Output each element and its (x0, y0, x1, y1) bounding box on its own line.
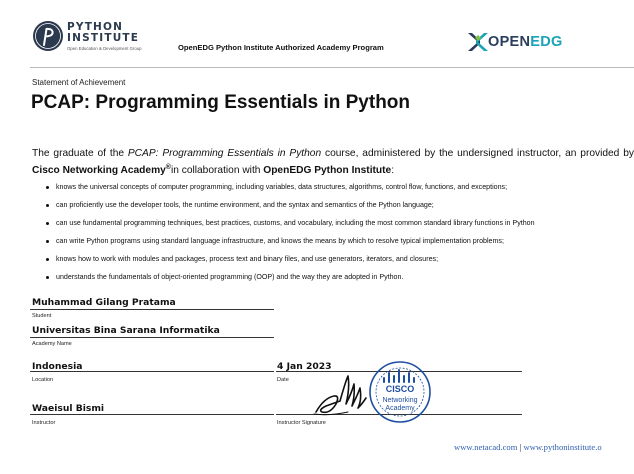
academy-underline (30, 337, 274, 338)
openedg-x-icon (468, 33, 488, 51)
outcome-text: knows how to work with modules and packa… (56, 255, 439, 263)
outcome-text: understands the fundamentals of object-o… (56, 273, 404, 281)
course-title: PCAP: Programming Essentials in Python (31, 92, 411, 113)
institute-tagline: Open Education & Development Group (67, 46, 142, 51)
instructor-name: Waeisul Bismi (32, 403, 105, 414)
intro-paragraph: The graduate of the PCAP: Programming Es… (32, 147, 634, 178)
cisco-academy-seal-icon: CISCO Networking Academy (369, 361, 431, 423)
outcome-text: can proficiently use the developer tools… (56, 201, 434, 209)
openedg-wordmark: OPENEDG (488, 34, 563, 50)
outcome-text: can write Python programs using standard… (56, 237, 504, 245)
openedg-wordmark-edg: EDG (530, 34, 563, 50)
intro-text-3: in collaboration with (170, 165, 264, 176)
intro-text-1: The graduate of the (32, 148, 128, 159)
location-underline (30, 371, 274, 372)
netacad-link[interactable]: www.netacad.com (454, 442, 517, 452)
pythoninstitute-link[interactable]: www.pythoninstitute.o (523, 442, 601, 452)
location-label: Location (32, 377, 54, 383)
date-label: Date (277, 377, 289, 383)
bullet-icon (46, 257, 49, 261)
outcome-item: knows the universal concepts of computer… (46, 183, 634, 201)
outcome-item: understands the fundamentals of object-o… (46, 273, 634, 291)
certificate-header: PYTHON INSTITUTE Open Education & Develo… (0, 0, 634, 68)
bullet-icon (46, 221, 49, 225)
outcome-text: can use fundamental programming techniqu… (56, 219, 535, 227)
bullet-icon (46, 203, 49, 207)
outcomes-list: knows the universal concepts of computer… (46, 183, 634, 291)
seal-brand: CISCO (386, 384, 415, 394)
handwritten-signature (313, 375, 367, 416)
intro-course-name: PCAP: Programming Essentials in Python (127, 148, 322, 159)
outcome-item: can proficiently use the developer tools… (46, 201, 634, 219)
seal-line2: Academy (385, 405, 415, 412)
bullet-icon (46, 275, 49, 279)
outcome-text: knows the universal concepts of computer… (56, 183, 508, 191)
intro-org-cisco: Cisco Networking Academy (32, 165, 166, 176)
institute-name-line2: INSTITUTE (67, 32, 140, 44)
bullet-icon (46, 239, 49, 243)
program-title: OpenEDG Python Institute Authorized Acad… (178, 43, 384, 52)
statement-label: Statement of Achievement (32, 78, 126, 87)
python-institute-logo-icon (33, 21, 63, 51)
academy-label: Academy Name (32, 341, 72, 347)
openedg-wordmark-open: OPEN (488, 34, 531, 50)
header-divider (30, 67, 634, 68)
student-label: Student (32, 313, 52, 319)
outcome-item: can write Python programs using standard… (46, 237, 634, 255)
bullet-icon (46, 185, 49, 189)
intro-org-openedg: OpenEDG Python Institute (263, 165, 392, 176)
footer-links: www.netacad.com | www.pythoninstitute.o (454, 442, 602, 452)
instructor-label: Instructor (32, 420, 56, 426)
intro-text-2: course, administered by the undersigned … (321, 148, 634, 159)
student-name: Muhammad Gilang Pratama (32, 297, 176, 308)
student-underline (30, 309, 274, 310)
outcome-item: knows how to work with modules and packa… (46, 255, 634, 273)
academy-name: Universitas Bina Sarana Informatika (32, 325, 220, 336)
seal-line1: Networking (382, 397, 417, 404)
signature-label: Instructor Signature (277, 420, 326, 426)
footer-separator: | (519, 442, 522, 452)
python-institute-name: PYTHON INSTITUTE (67, 22, 139, 44)
instructor-underline (30, 414, 274, 415)
intro-text-4: : (391, 165, 395, 176)
outcome-item: can use fundamental programming techniqu… (46, 219, 634, 237)
